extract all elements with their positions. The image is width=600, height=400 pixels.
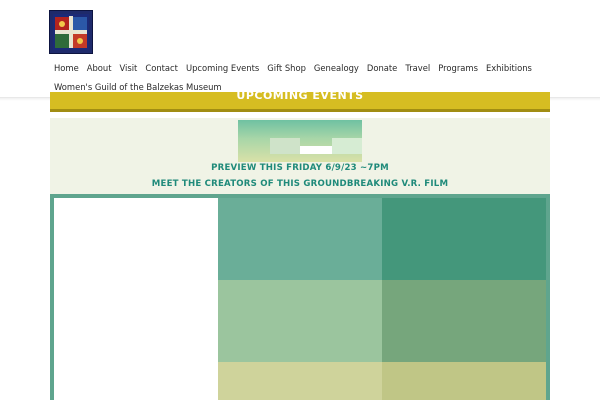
nav-item-visit[interactable]: Visit <box>116 63 142 73</box>
grid-tile-r3c1 <box>218 362 382 400</box>
banner-title: UPCOMING EVENTS <box>236 92 364 102</box>
nav-item-upcoming-events[interactable]: Upcoming Events <box>182 63 263 73</box>
image-block <box>270 138 300 154</box>
event-preview-date: PREVIEW THIS FRIDAY 6/9/23 ~7PM <box>211 163 389 173</box>
main-navigation: Home About Visit Contact Upcoming Events… <box>50 58 570 96</box>
grid-tile-r1c2 <box>382 198 546 280</box>
nav-item-contact[interactable]: Contact <box>141 63 182 73</box>
image-block <box>332 138 362 154</box>
nav-item-exhibitions[interactable]: Exhibitions <box>482 63 536 73</box>
nav-item-gift-shop[interactable]: Gift Shop <box>263 63 310 73</box>
nav-item-travel[interactable]: Travel <box>401 63 434 73</box>
image-block <box>300 146 332 154</box>
event-panel: PREVIEW THIS FRIDAY 6/9/23 ~7PM MEET THE… <box>50 118 550 194</box>
grid-tile-r2c2 <box>382 280 546 362</box>
nav-row-primary: Home About Visit Contact Upcoming Events… <box>50 58 570 77</box>
upcoming-events-banner: UPCOMING EVENTS <box>50 92 550 112</box>
stained-glass-icon <box>53 14 89 50</box>
nav-item-home[interactable]: Home <box>50 63 83 73</box>
nav-item-programs[interactable]: Programs <box>434 63 482 73</box>
event-preview-image[interactable] <box>238 120 362 162</box>
nav-item-donate[interactable]: Donate <box>363 63 401 73</box>
nav-item-about[interactable]: About <box>83 63 116 73</box>
nav-item-genealogy[interactable]: Genealogy <box>310 63 363 73</box>
grid-tile-r2c1 <box>218 280 382 362</box>
museum-logo[interactable] <box>49 10 93 54</box>
nav-item-womens-guild[interactable]: Women's Guild of the Balzekas Museum <box>50 82 226 92</box>
event-creators-line: MEET THE CREATORS OF THIS GROUNDBREAKING… <box>151 179 449 189</box>
grid-tile-r1c1 <box>218 198 382 280</box>
grid-tile-r3c2 <box>382 362 546 400</box>
video-placeholder[interactable] <box>54 198 218 400</box>
